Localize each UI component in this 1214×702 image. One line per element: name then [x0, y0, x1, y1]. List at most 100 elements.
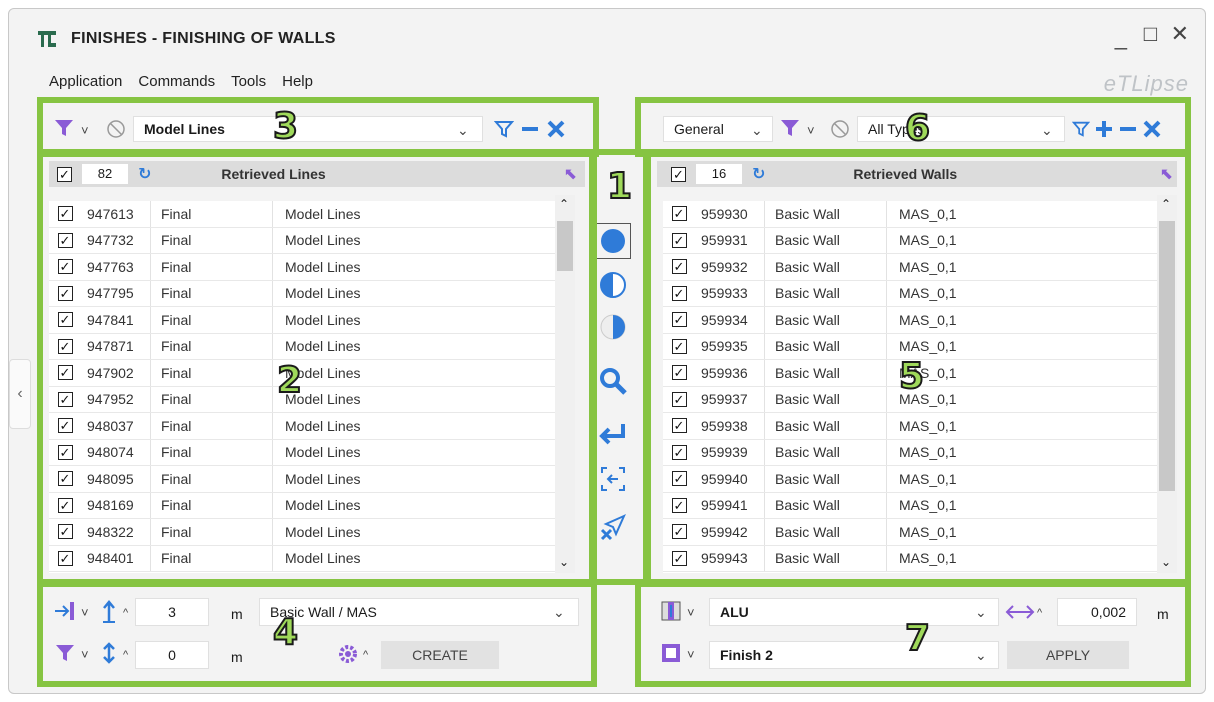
row-checkbox[interactable]: ✓ [57, 444, 73, 460]
scrollbar-thumb[interactable] [557, 221, 573, 271]
chevron-down-icon[interactable]: ⌄ [1041, 122, 1053, 139]
height-input[interactable]: 3 [135, 598, 209, 626]
row-checkbox[interactable]: ✓ [671, 338, 687, 354]
table-row[interactable]: ✓ 947952 Final Model Lines [49, 386, 563, 413]
apply-filter-icon[interactable] [1071, 118, 1091, 140]
offset-input[interactable]: 0 [135, 641, 209, 669]
material-select[interactable]: ALU [709, 598, 999, 626]
row-checkbox[interactable]: ✓ [57, 365, 73, 381]
stepper-up-icon[interactable]: ^ [123, 649, 128, 661]
left-list-scrollbar[interactable]: ⌃ ⌄ [555, 195, 575, 573]
row-checkbox[interactable]: ✓ [671, 206, 687, 222]
table-row[interactable]: ✓ 947795 Final Model Lines [49, 280, 563, 307]
return-arrow-icon[interactable] [595, 417, 631, 453]
apply-filter-icon[interactable] [493, 118, 515, 140]
finish-square-icon[interactable] [659, 641, 683, 665]
row-checkbox[interactable]: ✓ [671, 550, 687, 566]
table-row[interactable]: ✓ 959940 Basic Wall MAS_0,1 [663, 466, 1159, 493]
refresh-icon[interactable]: ↻ [138, 164, 151, 184]
row-checkbox[interactable]: ✓ [671, 418, 687, 434]
table-row[interactable]: ✓ 959930 Basic Wall MAS_0,1 [663, 201, 1159, 228]
clear-icon[interactable] [1141, 118, 1163, 140]
row-checkbox[interactable]: ✓ [57, 338, 73, 354]
scroll-down-icon[interactable]: ⌄ [559, 555, 569, 569]
table-row[interactable]: ✓ 948169 Final Model Lines [49, 492, 563, 519]
right-list-scrollbar[interactable]: ⌃ ⌄ [1157, 195, 1177, 573]
select-all-checkbox[interactable]: ✓ [57, 166, 72, 182]
stepper-up-icon[interactable]: ^ [123, 607, 128, 619]
zoom-icon[interactable] [595, 363, 631, 399]
add-icon[interactable] [1093, 118, 1115, 140]
table-row[interactable]: ✓ 959941 Basic Wall MAS_0,1 [663, 492, 1159, 519]
menu-commands[interactable]: Commands [138, 73, 215, 90]
select-all-checkbox[interactable]: ✓ [671, 166, 686, 182]
thickness-input[interactable]: 0,002 [1057, 598, 1137, 626]
align-to-wall-icon[interactable] [53, 599, 77, 623]
stepper-up-icon[interactable]: ^ [1037, 607, 1042, 619]
chevron-down-icon[interactable]: ⌄ [751, 122, 763, 139]
select-cursor-icon[interactable]: ⬉ [564, 164, 577, 184]
table-row[interactable]: ✓ 959942 Basic Wall MAS_0,1 [663, 519, 1159, 546]
scrollbar-thumb[interactable] [1159, 221, 1175, 491]
filter-funnel-icon[interactable] [779, 117, 801, 139]
chevron-down-icon[interactable]: ⌄ [553, 604, 565, 621]
menu-tools[interactable]: Tools [231, 73, 266, 90]
collapse-panel-button[interactable]: ‹ [9, 359, 31, 429]
menu-help[interactable]: Help [282, 73, 313, 90]
wall-type-select[interactable]: Basic Wall / MAS [259, 598, 579, 626]
table-row[interactable]: ✓ 947871 Final Model Lines [49, 333, 563, 360]
table-row[interactable]: ✓ 947841 Final Model Lines [49, 307, 563, 334]
table-row[interactable]: ✓ 947902 Final Model Lines [49, 360, 563, 387]
chevron-down-icon[interactable]: ⌄ [457, 122, 469, 139]
no-filter-icon[interactable] [105, 118, 127, 140]
material-layer-icon[interactable] [659, 599, 683, 623]
remove-icon[interactable] [1117, 118, 1139, 140]
select-cursor-icon[interactable]: ⬉ [1160, 164, 1173, 184]
row-checkbox[interactable]: ✓ [57, 418, 73, 434]
right-type-select[interactable]: All Types [857, 116, 1065, 142]
table-row[interactable]: ✓ 959931 Basic Wall MAS_0,1 [663, 227, 1159, 254]
row-checkbox[interactable]: ✓ [57, 524, 73, 540]
scroll-up-icon[interactable]: ⌃ [559, 197, 569, 211]
finish-select[interactable]: Finish 2 [709, 641, 999, 669]
row-checkbox[interactable]: ✓ [671, 259, 687, 275]
minimize-button[interactable]: _ [1115, 27, 1127, 49]
table-row[interactable]: ✓ 959934 Basic Wall MAS_0,1 [663, 307, 1159, 334]
left-category-select[interactable]: Model Lines [133, 116, 483, 142]
create-button[interactable]: CREATE [381, 641, 499, 669]
table-row[interactable]: ✓ 948074 Final Model Lines [49, 439, 563, 466]
row-checkbox[interactable]: ✓ [57, 550, 73, 566]
half-circle-right-button[interactable] [595, 309, 631, 345]
settings-dropdown-icon[interactable]: ^ [363, 649, 368, 661]
row-checkbox[interactable]: ✓ [671, 444, 687, 460]
row-checkbox[interactable]: ✓ [57, 206, 73, 222]
row-checkbox[interactable]: ✓ [671, 524, 687, 540]
table-row[interactable]: ✓ 948322 Final Model Lines [49, 519, 563, 546]
chevron-down-icon[interactable]: ˅ [81, 647, 89, 662]
apply-button[interactable]: APPLY [1007, 641, 1129, 669]
row-checkbox[interactable]: ✓ [57, 285, 73, 301]
table-row[interactable]: ✓ 948095 Final Model Lines [49, 466, 563, 493]
chevron-down-icon[interactable]: ⌄ [975, 604, 987, 621]
table-row[interactable]: ✓ 959932 Basic Wall MAS_0,1 [663, 254, 1159, 281]
scroll-up-icon[interactable]: ⌃ [1161, 197, 1171, 211]
row-checkbox[interactable]: ✓ [671, 232, 687, 248]
row-checkbox[interactable]: ✓ [671, 497, 687, 513]
table-row[interactable]: ✓ 947763 Final Model Lines [49, 254, 563, 281]
table-row[interactable]: ✓ 947732 Final Model Lines [49, 227, 563, 254]
filter-dropdown-chevron-icon[interactable]: ˅ [807, 123, 815, 138]
row-checkbox[interactable]: ✓ [671, 285, 687, 301]
menu-application[interactable]: Application [49, 73, 122, 90]
table-row[interactable]: ✓ 959936 Basic Wall MAS_0,1 [663, 360, 1159, 387]
maximize-button[interactable]: □ [1144, 23, 1157, 45]
no-filter-icon[interactable] [829, 118, 851, 140]
clear-icon[interactable] [545, 118, 567, 140]
table-row[interactable]: ✓ 948401 Final Model Lines [49, 545, 563, 572]
select-all-circle-button[interactable] [595, 223, 631, 259]
chevron-down-icon[interactable]: ˅ [687, 605, 695, 620]
filter-dropdown-chevron-icon[interactable]: ˅ [81, 123, 89, 138]
chevron-down-icon[interactable]: ˅ [687, 647, 695, 662]
scroll-down-icon[interactable]: ⌄ [1161, 555, 1171, 569]
row-checkbox[interactable]: ✓ [671, 365, 687, 381]
chevron-down-icon[interactable]: ˅ [81, 605, 89, 620]
